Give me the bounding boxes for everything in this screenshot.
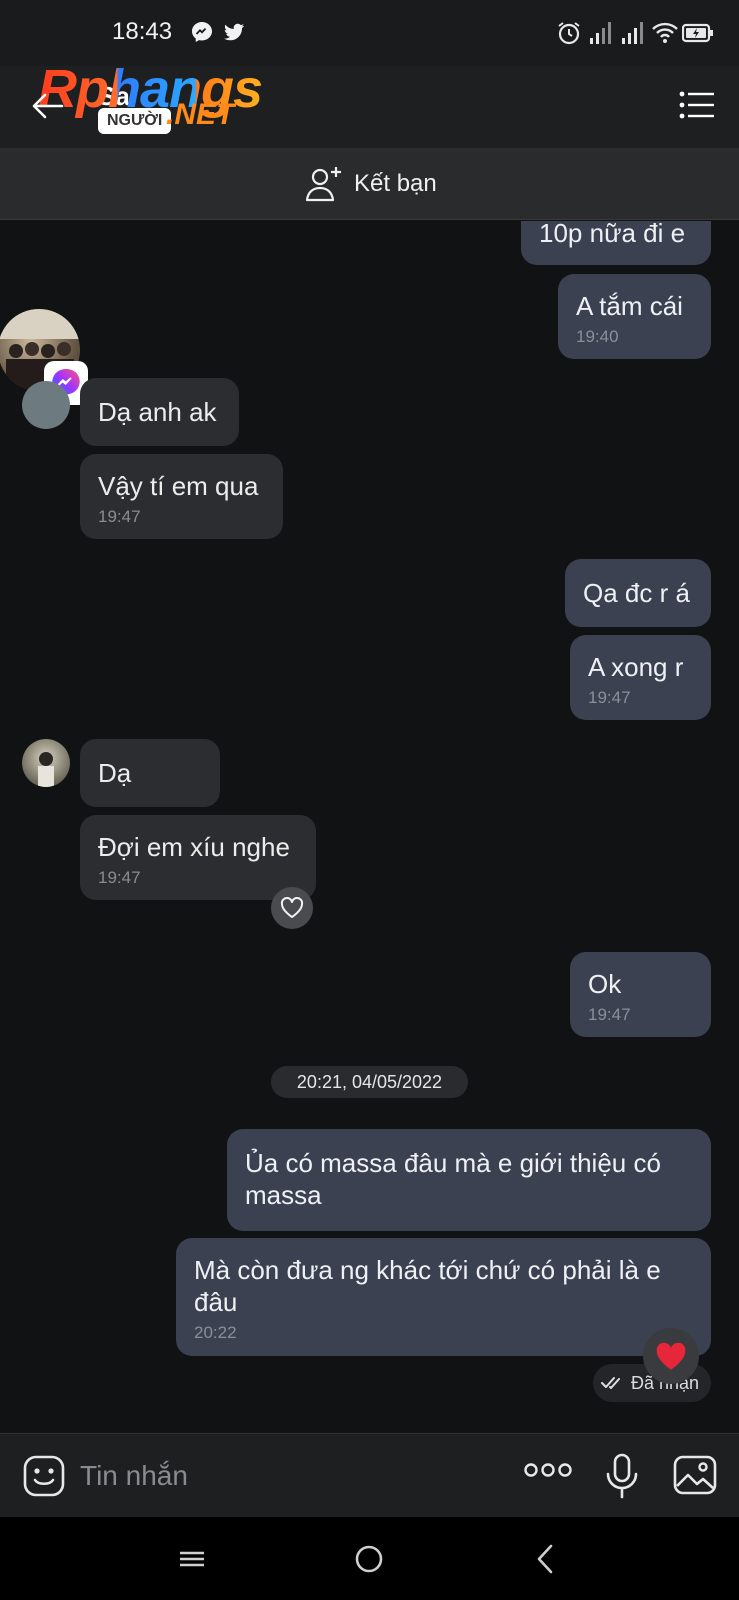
message-time: 19:47 bbox=[98, 507, 141, 526]
watermark-logo-net: .NET bbox=[166, 98, 235, 131]
watermark-logo: Rphangs NGƯỜI .NET bbox=[38, 58, 268, 138]
image-gallery-icon[interactable] bbox=[672, 1454, 718, 1496]
message-text: Vậy tí em qua bbox=[98, 471, 259, 501]
message-bubble-outgoing[interactable]: 10p nữa đi e bbox=[521, 221, 711, 265]
battery-charging-icon bbox=[682, 23, 713, 43]
contact-avatar-small bbox=[22, 381, 70, 429]
add-person-icon bbox=[305, 167, 341, 202]
message-time: 19:40 bbox=[576, 327, 619, 346]
more-options-icon[interactable] bbox=[524, 1462, 572, 1478]
microphone-icon[interactable] bbox=[604, 1452, 640, 1500]
sticker-icon[interactable] bbox=[22, 1454, 66, 1498]
back-arrow-icon[interactable] bbox=[28, 86, 68, 126]
message-text: 10p nữa đi e bbox=[539, 221, 686, 248]
react-button[interactable] bbox=[271, 887, 313, 929]
date-separator: 20:21, 04/05/2022 bbox=[271, 1066, 468, 1098]
message-text: Qa đc r á bbox=[583, 578, 690, 608]
reaction-badge[interactable] bbox=[643, 1328, 699, 1384]
menu-list-icon[interactable] bbox=[679, 90, 715, 120]
message-bubble-outgoing[interactable]: Qa đc r á bbox=[565, 559, 711, 627]
chat-header: Sa Rphangs NGƯỜI .NET bbox=[0, 59, 739, 148]
home-icon[interactable] bbox=[353, 1543, 385, 1575]
signal-sim2-icon bbox=[622, 22, 643, 44]
message-text: Đợi em xíu nghe bbox=[98, 832, 290, 862]
message-text: Dạ anh ak bbox=[98, 397, 217, 427]
chat-messages[interactable]: 10p nữa đi e A tắm cái 19:40 Dạ anh ak V… bbox=[0, 221, 739, 1433]
twitter-notification-icon bbox=[224, 23, 244, 41]
status-bar: 18:43 bbox=[0, 0, 739, 66]
nav-back-icon[interactable] bbox=[530, 1543, 562, 1575]
add-friend-button[interactable]: Kết bạn bbox=[304, 164, 437, 204]
wifi-icon bbox=[652, 22, 678, 43]
message-bubble-outgoing[interactable]: A tắm cái 19:40 bbox=[558, 274, 711, 359]
alarm-icon bbox=[558, 22, 580, 45]
message-bubble-incoming[interactable]: Dạ anh ak bbox=[80, 378, 239, 446]
message-text: Dạ bbox=[98, 758, 132, 788]
signal-sim1-icon bbox=[590, 22, 611, 44]
add-friend-label: Kết bạn bbox=[354, 170, 437, 197]
message-input[interactable] bbox=[80, 1454, 480, 1498]
message-bubble-incoming[interactable]: Dạ bbox=[80, 739, 220, 807]
message-bubble-outgoing[interactable]: Ủa có massa đâu mà e giới thiệu có massa bbox=[227, 1129, 711, 1231]
message-text: A tắm cái bbox=[576, 291, 683, 321]
red-heart-icon bbox=[656, 1342, 686, 1370]
message-bubble-outgoing[interactable]: A xong r 19:47 bbox=[570, 635, 711, 720]
double-check-icon bbox=[601, 1377, 620, 1389]
message-input-bar bbox=[0, 1433, 739, 1517]
message-time: 19:47 bbox=[588, 688, 631, 707]
message-bubble-incoming[interactable]: Vậy tí em qua 19:47 bbox=[80, 454, 283, 539]
system-nav-bar bbox=[0, 1517, 739, 1600]
message-text: Ủa có massa đâu mà e giới thiệu có massa bbox=[245, 1148, 661, 1210]
add-friend-bar: Kết bạn bbox=[0, 148, 739, 220]
message-time: 20:22 bbox=[194, 1323, 237, 1342]
message-text: A xong r bbox=[588, 652, 684, 682]
message-time: 19:47 bbox=[98, 868, 141, 887]
messenger-notification-icon bbox=[192, 22, 212, 42]
heart-outline-icon bbox=[280, 897, 304, 918]
message-bubble-incoming[interactable]: Đợi em xíu nghe 19:47 bbox=[80, 815, 316, 900]
status-time: 18:43 bbox=[112, 18, 173, 45]
message-bubble-outgoing[interactable]: Ok 19:47 bbox=[570, 952, 711, 1037]
person-photo-icon bbox=[38, 752, 54, 787]
message-time: 19:47 bbox=[588, 1005, 631, 1024]
contact-avatar[interactable] bbox=[22, 739, 70, 787]
watermark-logo-pill: NGƯỜI bbox=[98, 108, 172, 134]
message-text: Ok bbox=[588, 969, 622, 999]
message-text: Mà còn đưa ng khác tới chứ có phải là e … bbox=[194, 1255, 661, 1317]
recent-apps-icon[interactable] bbox=[176, 1543, 208, 1575]
message-bubble-outgoing[interactable]: Mà còn đưa ng khác tới chứ có phải là e … bbox=[176, 1238, 711, 1356]
